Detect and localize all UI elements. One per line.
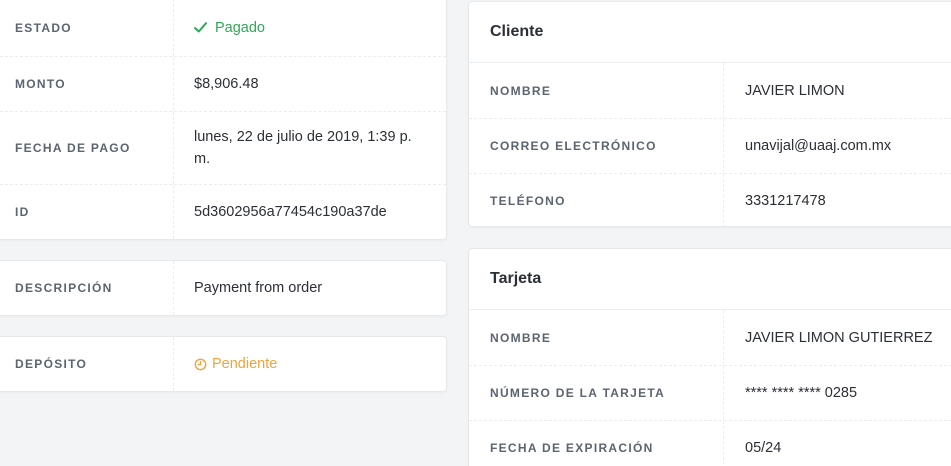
- card-expiry-label: FECHA DE EXPIRACIÓN: [469, 421, 724, 466]
- customer-email-row: CORREO ELECTRÓNICO unavijal@uaaj.com.mx: [469, 118, 951, 173]
- card-name-label: NOMBRE: [469, 310, 724, 365]
- customer-name-label: NOMBRE: [469, 63, 724, 118]
- deposit-card: DEPÓSITO Pendiente: [0, 336, 447, 392]
- payment-details-card: ESTADO Pagado MONTO $8,906.48 FECHA DE P…: [0, 0, 447, 240]
- amount-label: MONTO: [0, 57, 174, 111]
- customer-card: Cliente NOMBRE JAVIER LIMON CORREO ELECT…: [468, 1, 951, 227]
- card-number-value: **** **** **** 0285: [745, 385, 858, 401]
- status-badge: Pagado: [194, 17, 265, 39]
- id-value: 5d3602956a77454c190a37de: [194, 204, 387, 220]
- card-number-label: NÚMERO DE LA TARJETA: [469, 366, 724, 420]
- payment-date-label: FECHA DE PAGO: [0, 112, 174, 184]
- card-number-row: NÚMERO DE LA TARJETA **** **** **** 0285: [469, 365, 951, 420]
- description-card: DESCRIPCIÓN Payment from order: [0, 260, 447, 316]
- payment-date-row: FECHA DE PAGO lunes, 22 de julio de 2019…: [0, 111, 446, 184]
- customer-email-label: CORREO ELECTRÓNICO: [469, 119, 724, 173]
- customer-name-value: JAVIER LIMON: [745, 82, 845, 99]
- id-row: ID 5d3602956a77454c190a37de: [0, 184, 446, 239]
- deposit-row: DEPÓSITO Pendiente: [0, 337, 446, 391]
- status-row: ESTADO Pagado: [0, 0, 446, 56]
- description-row: DESCRIPCIÓN Payment from order: [0, 261, 446, 315]
- customer-card-title: Cliente: [469, 2, 951, 63]
- customer-phone-label: TELÉFONO: [469, 174, 724, 226]
- amount-value: $8,906.48: [194, 76, 259, 92]
- id-label: ID: [0, 185, 174, 239]
- customer-email-value: unavijal@uaaj.com.mx: [745, 138, 892, 154]
- card-name-value: JAVIER LIMON GUTIERREZ: [745, 329, 933, 346]
- description-value: Payment from order: [194, 280, 323, 296]
- customer-phone-row: TELÉFONO 3331217478: [469, 173, 951, 226]
- card-expiry-row: FECHA DE EXPIRACIÓN 05/24: [469, 420, 951, 466]
- card-name-row: NOMBRE JAVIER LIMON GUTIERREZ: [469, 310, 951, 365]
- deposit-label: DEPÓSITO: [0, 337, 174, 391]
- payment-date-value: lunes, 22 de julio de 2019, 1:39 p. m.: [194, 129, 412, 167]
- clock-icon: [194, 358, 207, 371]
- amount-row: MONTO $8,906.48: [0, 56, 446, 111]
- deposit-status-badge: Pendiente: [194, 353, 277, 375]
- deposit-value: Pendiente: [212, 356, 278, 372]
- payment-card-card: Tarjeta NOMBRE JAVIER LIMON GUTIERREZ NÚ…: [468, 248, 951, 466]
- check-icon: [194, 22, 207, 33]
- status-value: Pagado: [215, 19, 265, 36]
- card-expiry-value: 05/24: [745, 440, 782, 456]
- customer-name-row: NOMBRE JAVIER LIMON: [469, 63, 951, 118]
- payment-card-title: Tarjeta: [469, 249, 951, 310]
- customer-phone-value: 3331217478: [745, 193, 826, 209]
- description-label: DESCRIPCIÓN: [0, 261, 174, 315]
- status-label: ESTADO: [0, 0, 174, 56]
